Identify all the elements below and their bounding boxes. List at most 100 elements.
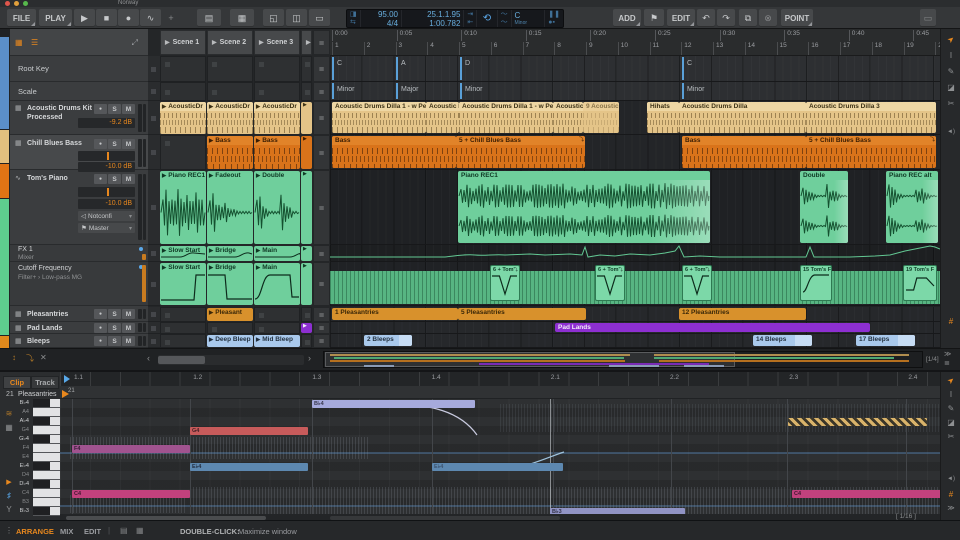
clip-row-menu-button[interactable]: ≣ <box>313 322 330 334</box>
scale-row[interactable]: Scale <box>10 82 148 101</box>
stop-button[interactable]: ■ <box>96 9 117 27</box>
pen-tool-icon[interactable]: ✎ <box>941 67 960 76</box>
volume-value[interactable]: -10.0 dB <box>78 199 135 209</box>
launcher-clip[interactable]: ▶Bass <box>207 136 253 169</box>
clip-row-menu-button[interactable]: ≣ <box>313 262 330 306</box>
empty-clip-slot[interactable] <box>254 56 300 82</box>
pleasantries-clip[interactable]: 5 Pleasantries <box>458 308 586 320</box>
scrollbar-thumb[interactable] <box>158 356 205 364</box>
clip-stop-button[interactable] <box>148 307 160 322</box>
bass-clip[interactable]: 5 + Chill Blues Bass⤵ <box>456 136 585 168</box>
clip-row-menu-button[interactable]: ≣ <box>313 101 330 135</box>
pads-clip[interactable]: Pad Lands <box>555 323 870 332</box>
pen-tool-icon[interactable]: ✎ <box>941 404 960 413</box>
scale-block[interactable]: C Minor <box>512 10 545 27</box>
scale-name-value[interactable]: Minor <box>515 20 542 26</box>
cutoff-automation-clip[interactable]: 6 + Tom'⤵ <box>490 265 520 301</box>
redo-icon[interactable]: ↷ <box>717 9 735 27</box>
grid-view-icon[interactable]: ▦ <box>15 38 23 47</box>
arm-button[interactable]: ● <box>94 174 107 184</box>
solo-button[interactable]: S <box>108 174 121 184</box>
track-header-pleasantries[interactable]: ▦ Pleasantries ● S M <box>10 307 148 322</box>
editor-grid-value[interactable]: [ 1/16 ] <box>896 513 916 520</box>
track-header-bleeps[interactable]: ▦ Bleeps ● S M <box>10 334 148 348</box>
audition-speaker-icon[interactable]: ◄) <box>941 129 960 135</box>
midi-note[interactable]: C4 <box>72 490 190 498</box>
piano-key[interactable] <box>33 462 60 471</box>
pleasantries-clip[interactable]: 1 Pleasantries <box>332 308 458 320</box>
scene-4-button-partial[interactable]: ▶ <box>301 30 312 55</box>
scene-play-icon[interactable]: ▶ <box>165 39 170 46</box>
piano-roll[interactable]: F4C4G4E♭4B♭4E♭4B♭3C4 <box>60 399 940 514</box>
automation-active-dot[interactable] <box>139 247 143 251</box>
track-name[interactable]: Tom's Piano <box>27 174 97 183</box>
piano-key[interactable] <box>33 444 60 453</box>
play-button[interactable]: ▶ <box>74 9 95 27</box>
tempo-block[interactable]: 95.00 4/4 <box>361 10 401 27</box>
clip-row-menu-button[interactable]: ≣ <box>313 82 330 101</box>
track-name[interactable]: Pleasantries <box>27 310 87 319</box>
empty-clip-slot[interactable] <box>301 56 312 82</box>
close-window-icon[interactable] <box>5 1 10 6</box>
eraser-tool-icon[interactable]: ◪ <box>941 83 960 92</box>
undo-icon[interactable]: ↶ <box>697 9 715 27</box>
loop-icon[interactable]: ⟲ <box>483 13 491 24</box>
empty-clip-slot[interactable] <box>207 56 253 82</box>
midi-note[interactable]: B♭4 <box>312 400 475 408</box>
launcher-clip-partial[interactable]: ▶ <box>301 263 312 305</box>
project-panel-icon[interactable]: ▤ <box>120 526 128 535</box>
bleeps-clip[interactable]: 17 Bleeps <box>856 335 915 346</box>
clip-launcher-toggle-icon[interactable]: ▤ <box>197 9 221 27</box>
clip-stop-button[interactable] <box>148 322 160 334</box>
midi-note[interactable]: E♭4 <box>190 463 308 471</box>
launcher-clip[interactable]: ▶Main <box>254 263 300 305</box>
launcher-clip-partial[interactable]: ▶ <box>301 323 312 333</box>
track-header-bass[interactable]: ▦ Chill Blues Bass ● S M -10.0 dB <box>10 135 148 170</box>
piano-key[interactable] <box>33 498 60 507</box>
empty-clip-slot[interactable] <box>160 82 206 101</box>
time-selection-tool-icon[interactable]: I <box>941 390 960 399</box>
display-profile-icon[interactable]: ▭ <box>920 9 936 27</box>
empty-clip-slot[interactable] <box>160 322 206 334</box>
editor-clip-strip[interactable]: 21 <box>60 386 940 399</box>
midi-note[interactable]: G4 <box>190 427 308 435</box>
midi-note[interactable] <box>788 418 927 426</box>
punch-in-icon[interactable]: ⇥ <box>467 11 473 19</box>
cancel-icon[interactable]: ⊗ <box>759 9 777 27</box>
eraser-tool-icon[interactable]: ◪ <box>941 418 960 427</box>
drums-clip[interactable]: Acoustic Drums Dilla 3 <box>806 102 936 133</box>
cutoff-automation-clip[interactable]: 15 Tom's F <box>800 265 832 301</box>
drums-clip[interactable]: Acoustic Drums Dilla 1 - w Perc <box>332 102 426 133</box>
add-transport-button[interactable]: + <box>162 9 180 27</box>
scene-play-icon[interactable]: ▶ <box>306 39 311 46</box>
launcher-clip[interactable]: ▶Main <box>254 246 300 261</box>
launcher-clip-partial[interactable]: ▶ <box>301 102 312 134</box>
piano-key[interactable] <box>33 453 60 462</box>
clip-stop-button[interactable] <box>148 82 160 101</box>
launcher-clip[interactable]: ▶Double <box>254 171 300 244</box>
tab-track[interactable]: Track <box>31 376 59 389</box>
clip-row-menu-button[interactable]: ≣ <box>313 245 330 262</box>
mute-button[interactable]: M <box>122 336 135 346</box>
song-position-value[interactable]: 25.1.1.95 <box>405 10 460 19</box>
add-menu-button[interactable]: ADD <box>613 9 641 27</box>
timeline-ruler[interactable]: 0:000:050:100:150:200:250:300:350:400:45… <box>330 29 940 56</box>
track-header-drums[interactable]: ▦ Acoustic Drums Kit 2Processed ● S M -9… <box>10 101 148 135</box>
launcher-clip-partial[interactable]: ▶ <box>301 171 312 244</box>
punch-block[interactable]: ⇥ ⇤ <box>464 10 476 27</box>
automation-lane-cutoff[interactable]: Cutoff Frequency Filter+ › Low-pass MG <box>10 262 148 306</box>
list-icon[interactable]: ≣ <box>944 359 950 367</box>
duplicate-icon[interactable]: ⧉ <box>739 9 757 27</box>
clip-stop-button[interactable] <box>148 135 160 170</box>
scale-root-value[interactable]: C <box>515 11 542 20</box>
scroll-right-icon[interactable]: › <box>308 353 311 363</box>
piano-lane[interactable]: Piano REC1DoublePiano REC alt <box>330 170 940 245</box>
mute-button[interactable]: M <box>122 104 135 114</box>
piano-key[interactable] <box>33 408 60 417</box>
piano-clip[interactable]: Piano REC1 <box>458 171 710 243</box>
editor-ruler[interactable]: 1.11.21.31.42.12.22.32.4 <box>60 372 940 386</box>
piano-key[interactable] <box>33 507 60 516</box>
cutoff-automation-clip[interactable]: 6 + Tom'⤵ <box>595 265 625 301</box>
track-name[interactable]: Chill Blues Bass <box>27 139 97 148</box>
bass-clip[interactable]: Bass <box>332 136 456 168</box>
